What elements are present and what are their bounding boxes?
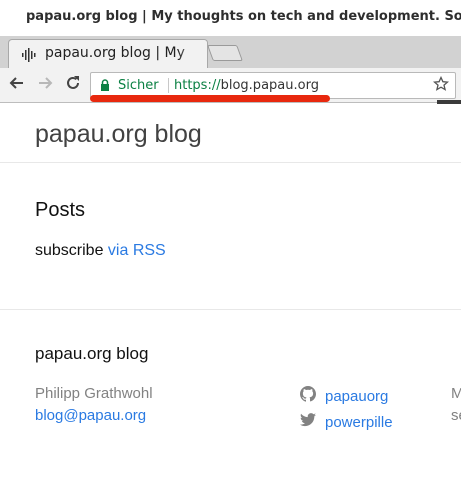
- footer-description-fragment: se: [451, 407, 461, 424]
- reload-icon: [65, 75, 81, 95]
- annotation-underline: [90, 95, 330, 102]
- rss-link[interactable]: via RSS: [108, 242, 166, 259]
- security-label: Sicher: [118, 78, 159, 93]
- new-tab-button[interactable]: [207, 45, 243, 61]
- audio-waveform-icon: [21, 47, 39, 62]
- subscribe-line: subscribe via RSS: [35, 242, 166, 260]
- tab-strip: papau.org blog | My: [0, 36, 461, 68]
- url-scheme: https://: [174, 78, 221, 93]
- tab-blog[interactable]: papau.org blog | My: [8, 39, 208, 68]
- subscribe-text: subscribe: [35, 242, 108, 259]
- star-icon[interactable]: [432, 75, 450, 96]
- window-title: papau.org blog | My thoughts on tech and…: [26, 9, 461, 24]
- site-footer: papau.org blog Philipp Grathwohl blog@pa…: [0, 309, 461, 484]
- footer-title: papau.org blog: [35, 344, 149, 363]
- footer-description-fragment: M: [451, 385, 461, 402]
- window-titlebar: papau.org blog | My thoughts on tech and…: [0, 0, 461, 36]
- tab-title: papau.org blog | My: [45, 45, 185, 61]
- author-name: Philipp Grathwohl: [35, 385, 153, 402]
- forward-arrow-icon: [37, 75, 53, 95]
- github-link[interactable]: papauorg: [300, 386, 388, 406]
- site-title[interactable]: papau.org blog: [35, 120, 202, 149]
- forward-button[interactable]: [34, 74, 56, 96]
- back-arrow-icon: [9, 75, 25, 95]
- lock-icon: [100, 79, 110, 91]
- email-link[interactable]: blog@papau.org: [35, 407, 146, 424]
- twitter-username: powerpille: [325, 413, 393, 431]
- site-header: papau.org blog: [0, 104, 461, 163]
- reload-button[interactable]: [62, 74, 84, 96]
- url-host: blog.papau.org: [220, 78, 319, 93]
- github-icon: [300, 386, 325, 406]
- github-username: papauorg: [325, 387, 389, 405]
- back-button[interactable]: [6, 74, 28, 96]
- twitter-icon: [300, 413, 325, 431]
- twitter-link[interactable]: powerpille: [300, 413, 393, 431]
- posts-heading: Posts: [35, 199, 86, 221]
- url-text: https://blog.papau.org: [174, 78, 319, 93]
